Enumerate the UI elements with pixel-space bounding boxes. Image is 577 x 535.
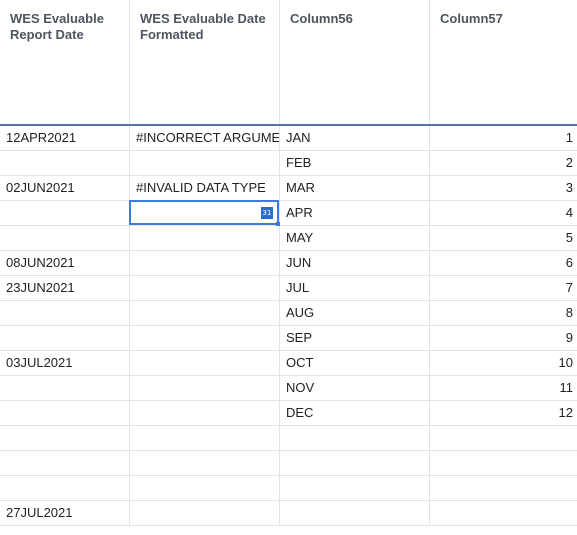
table-cell[interactable]: 3 <box>430 176 577 200</box>
table-cell[interactable]: 02JUN2021 <box>0 176 130 200</box>
table-cell[interactable] <box>130 376 280 400</box>
table-cell[interactable] <box>130 426 280 450</box>
table-cell[interactable]: JAN <box>280 126 430 150</box>
table-cell[interactable] <box>280 451 430 475</box>
column-header-wes-evaluable-report-date[interactable]: WES Evaluable Report Date <box>0 0 130 124</box>
table-row: 08JUN2021 JUN 6 <box>0 251 577 276</box>
table-cell[interactable]: APR <box>280 201 430 225</box>
table-cell[interactable] <box>0 201 130 225</box>
fill-handle[interactable] <box>276 222 280 226</box>
table-cell[interactable] <box>0 451 130 475</box>
table-cell[interactable] <box>130 276 280 300</box>
table-cell[interactable]: 8 <box>430 301 577 325</box>
column-header-column56[interactable]: Column56 <box>280 0 430 124</box>
table-cell[interactable]: MAY <box>280 226 430 250</box>
table-cell[interactable] <box>130 151 280 175</box>
table-cell[interactable]: JUN <box>280 251 430 275</box>
table-cell[interactable] <box>130 451 280 475</box>
table-row: SEP 9 <box>0 326 577 351</box>
table-row: 27JUL2021 <box>0 501 577 526</box>
table-cell[interactable]: 10 <box>430 351 577 375</box>
table-cell[interactable] <box>280 476 430 500</box>
table-cell[interactable]: 5 <box>430 226 577 250</box>
table-cell[interactable] <box>0 426 130 450</box>
calendar-icon[interactable]: 31 <box>261 207 273 219</box>
table-cell[interactable] <box>130 351 280 375</box>
table-cell[interactable]: 27JUL2021 <box>0 501 130 525</box>
table-row <box>0 426 577 451</box>
table-cell[interactable] <box>280 426 430 450</box>
table-cell[interactable] <box>130 301 280 325</box>
table-cell[interactable] <box>130 476 280 500</box>
table-cell[interactable] <box>130 251 280 275</box>
table-row: DEC 12 <box>0 401 577 426</box>
table-cell[interactable]: SEP <box>280 326 430 350</box>
table-cell[interactable]: OCT <box>280 351 430 375</box>
table-cell[interactable] <box>430 476 577 500</box>
table-cell[interactable] <box>430 451 577 475</box>
table-cell[interactable]: 12 <box>430 401 577 425</box>
table-cell[interactable] <box>430 501 577 525</box>
table-row: APR 4 <box>0 201 577 226</box>
table-cell[interactable] <box>0 301 130 325</box>
table-cell[interactable]: FEB <box>280 151 430 175</box>
table-cell[interactable]: 12APR2021 <box>0 126 130 150</box>
table-cell[interactable]: 03JUL2021 <box>0 351 130 375</box>
table-row: 02JUN2021 #INVALID DATA TYPE MAR 3 <box>0 176 577 201</box>
table-row <box>0 476 577 501</box>
table-row <box>0 451 577 476</box>
table-row: NOV 11 <box>0 376 577 401</box>
table-cell[interactable] <box>130 401 280 425</box>
table-cell[interactable]: MAR <box>280 176 430 200</box>
table-cell[interactable] <box>130 501 280 525</box>
table-row: 23JUN2021 JUL 7 <box>0 276 577 301</box>
table-cell[interactable]: #INVALID DATA TYPE <box>130 176 280 200</box>
table-row: MAY 5 <box>0 226 577 251</box>
table-cell[interactable]: 7 <box>430 276 577 300</box>
table-cell[interactable] <box>0 376 130 400</box>
table-cell[interactable]: 2 <box>430 151 577 175</box>
table-cell[interactable]: 08JUN2021 <box>0 251 130 275</box>
table-row: 03JUL2021 OCT 10 <box>0 351 577 376</box>
table-cell[interactable] <box>0 326 130 350</box>
table-row: AUG 8 <box>0 301 577 326</box>
table-cell[interactable] <box>130 226 280 250</box>
table-cell[interactable] <box>430 426 577 450</box>
table-cell[interactable]: JUL <box>280 276 430 300</box>
table-row: FEB 2 <box>0 151 577 176</box>
table-cell[interactable] <box>280 501 430 525</box>
table-cell[interactable]: 4 <box>430 201 577 225</box>
table-cell[interactable]: 9 <box>430 326 577 350</box>
table-cell[interactable] <box>0 226 130 250</box>
table-cell[interactable]: NOV <box>280 376 430 400</box>
table-cell[interactable]: DEC <box>280 401 430 425</box>
table-cell[interactable]: #INCORRECT ARGUMENT <box>130 126 280 150</box>
table-cell[interactable]: 23JUN2021 <box>0 276 130 300</box>
table-cell[interactable]: 6 <box>430 251 577 275</box>
table-cell[interactable]: AUG <box>280 301 430 325</box>
table-cell[interactable] <box>130 326 280 350</box>
column-header-wes-evaluable-date-formatted[interactable]: WES Evaluable Date Formatted <box>130 0 280 124</box>
table-cell[interactable] <box>0 476 130 500</box>
column-header-row: WES Evaluable Report Date WES Evaluable … <box>0 0 577 126</box>
column-header-column57[interactable]: Column57 <box>430 0 577 124</box>
table-cell[interactable] <box>0 401 130 425</box>
table-cell[interactable] <box>0 151 130 175</box>
table-cell[interactable]: 11 <box>430 376 577 400</box>
spreadsheet-grid: WES Evaluable Report Date WES Evaluable … <box>0 0 577 535</box>
table-cell[interactable]: 1 <box>430 126 577 150</box>
table-row: 12APR2021#INCORRECT ARGUMENTJAN1 <box>0 126 577 151</box>
selected-cell[interactable]: 31 <box>129 200 280 226</box>
